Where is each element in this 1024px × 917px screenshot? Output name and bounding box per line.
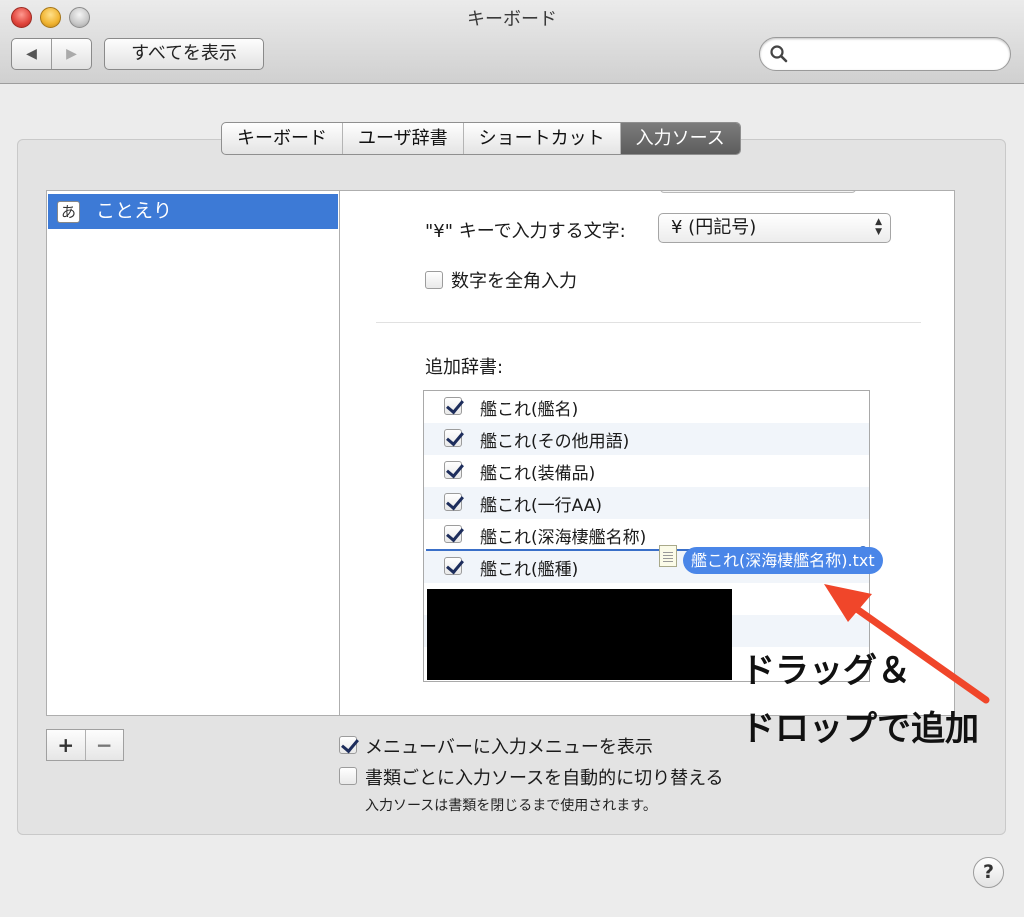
input-source-list: あ ことえり xyxy=(46,190,340,716)
redacted-area xyxy=(427,589,732,680)
show-input-menu-label: メニューバーに入力メニューを表示 xyxy=(365,737,653,758)
search-icon xyxy=(770,45,788,63)
dictionary-checkbox[interactable] xyxy=(444,429,462,447)
source-item-label: ことえり xyxy=(96,200,173,222)
back-button[interactable]: ◀ xyxy=(12,39,51,69)
annotation-line-1: ドラッグ＆ xyxy=(741,651,911,691)
dictionary-label: 艦これ(その他用語) xyxy=(480,432,630,452)
forward-arrow-icon: ▶ xyxy=(66,46,77,62)
dictionary-checkbox[interactable] xyxy=(444,461,462,479)
fullwidth-numbers-checkbox[interactable] xyxy=(425,271,443,289)
add-source-button[interactable]: + xyxy=(47,730,85,760)
hiragana-a-icon: あ xyxy=(57,201,80,223)
tab-input-sources[interactable]: 入力ソース xyxy=(620,123,740,154)
dictionary-label: 艦これ(一行AA) xyxy=(480,496,602,516)
search-field[interactable] xyxy=(759,37,1011,71)
add-remove-group: + − xyxy=(46,729,124,761)
auto-switch-checkbox[interactable] xyxy=(339,767,357,785)
show-all-button[interactable]: すべてを表示 xyxy=(104,38,264,70)
back-arrow-icon: ◀ xyxy=(26,46,37,62)
tab-bar: キーボード ユーザ辞書 ショートカット 入力ソース xyxy=(221,122,741,155)
dictionary-checkbox[interactable] xyxy=(444,525,462,543)
source-item-kotoeri[interactable]: あ ことえり xyxy=(48,194,338,229)
dictionary-checkbox[interactable] xyxy=(444,557,462,575)
dictionary-label: 艦これ(艦種) xyxy=(480,560,579,580)
dictionary-list: 艦これ(艦名) 艦これ(その他用語) 艦これ(装備品) 艦これ(一行AA) 艦こ… xyxy=(423,390,870,682)
separator xyxy=(376,322,921,323)
auto-switch-note: 入力ソースは書類を閉じるまで使用されます。 xyxy=(365,798,657,814)
forward-button[interactable]: ▶ xyxy=(51,39,91,69)
dictionary-row[interactable]: 艦これ(艦名) xyxy=(424,391,869,423)
title-bar: キーボード ◀ ▶ すべてを表示 xyxy=(0,0,1024,84)
annotation-line-2: ドロップで追加 xyxy=(741,709,979,749)
annotation-text: ドラッグ＆ ドロップで追加 xyxy=(741,642,979,758)
yen-key-label: "¥" キーで入力する文字: xyxy=(425,221,626,242)
dictionary-label: 艦これ(深海棲艦名称) xyxy=(480,528,647,548)
help-button[interactable]: ? xyxy=(973,857,1004,888)
auto-switch-label: 書類ごとに入力ソースを自動的に切り替える xyxy=(365,768,724,789)
yen-key-popup[interactable]: ¥ (円記号) ▲ ▼ xyxy=(658,213,891,243)
popup-arrows-icon: ▲ ▼ xyxy=(875,217,882,237)
dictionary-label: 艦これ(装備品) xyxy=(480,464,596,484)
scroll-clipped-control xyxy=(660,191,856,193)
dictionary-checkbox[interactable] xyxy=(444,397,462,415)
nav-button-group: ◀ ▶ xyxy=(11,38,92,70)
window-title: キーボード xyxy=(467,9,557,30)
text-file-icon xyxy=(659,545,677,567)
yen-key-value: ¥ (円記号) xyxy=(671,217,757,238)
additional-dictionaries-label: 追加辞書: xyxy=(425,357,504,378)
fullwidth-numbers-label: 数字を全角入力 xyxy=(451,271,577,292)
tab-keyboard[interactable]: キーボード xyxy=(222,123,343,154)
dictionary-row[interactable]: 艦これ(一行AA) xyxy=(424,487,869,519)
tab-shortcuts[interactable]: ショートカット xyxy=(464,123,621,154)
dictionary-checkbox[interactable] xyxy=(444,493,462,511)
remove-source-button[interactable]: − xyxy=(84,730,124,760)
tab-user-dictionary[interactable]: ユーザ辞書 xyxy=(343,123,464,154)
show-input-menu-checkbox[interactable] xyxy=(339,736,357,754)
dictionary-row[interactable]: 艦これ(装備品) xyxy=(424,455,869,487)
dictionary-label: 艦これ(艦名) xyxy=(480,400,579,420)
dictionary-row[interactable]: 艦これ(その他用語) xyxy=(424,423,869,455)
